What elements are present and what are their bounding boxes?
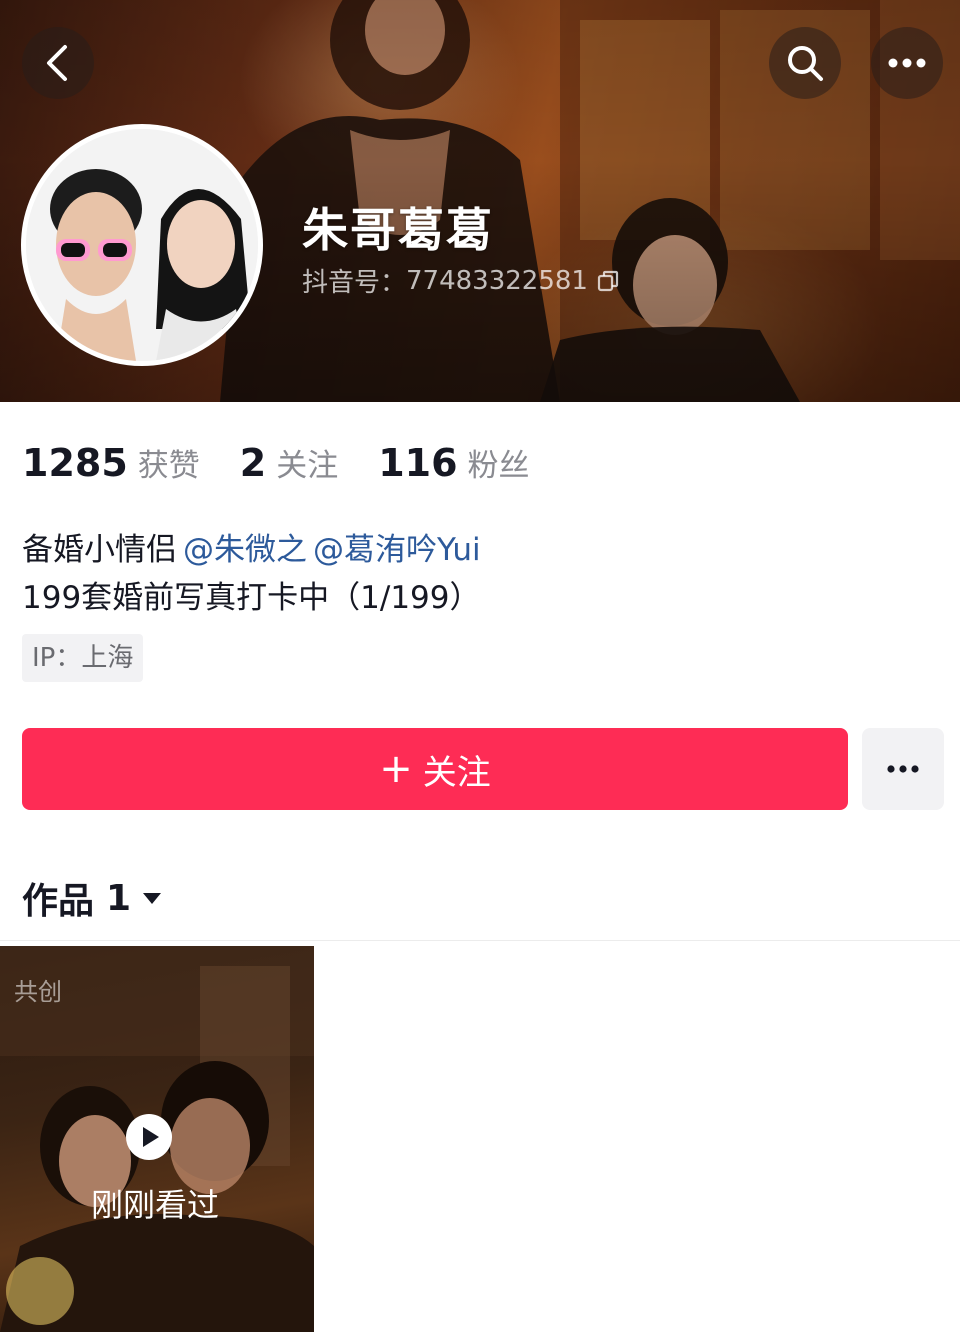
- more-button[interactable]: [871, 27, 943, 99]
- stat-likes-value: 1285: [22, 441, 128, 485]
- more-icon: [888, 58, 926, 68]
- tab-divider: [0, 940, 960, 941]
- stat-following[interactable]: 2 关注: [240, 440, 338, 485]
- tab-works[interactable]: 作品 1: [22, 872, 163, 924]
- avatar-image: [26, 129, 258, 361]
- stat-following-value: 2: [239, 441, 267, 485]
- profile-bio: 备婚小情侣 @朱微之 @葛洧吟Yui 199套婚前写真打卡中（1/199）: [22, 526, 481, 622]
- stat-followers-value: 116: [378, 441, 458, 485]
- stat-likes[interactable]: 1285 获赞: [22, 440, 200, 485]
- stat-followers[interactable]: 116 粉丝: [378, 440, 529, 485]
- follow-button[interactable]: + 关注: [22, 728, 848, 810]
- stat-following-label: 关注: [276, 448, 339, 484]
- douyin-id-value: 77483322581: [406, 265, 588, 296]
- stat-followers-label: 粉丝: [467, 448, 530, 484]
- profile-stats: 1285 获赞 2 关注 116 粉丝: [22, 440, 570, 485]
- recently-viewed-label: 刚刚看过: [90, 1186, 219, 1224]
- works-count: 1: [106, 877, 132, 919]
- bio-line-1: 备婚小情侣 @朱微之 @葛洧吟Yui: [22, 526, 481, 574]
- profile-nickname: 朱哥葛葛: [302, 203, 494, 257]
- works-tab-label: 作品: [22, 881, 95, 922]
- douyin-id-label: 抖音号：: [302, 268, 407, 298]
- bio-text: 备婚小情侣: [22, 532, 177, 568]
- stat-likes-label: 获赞: [137, 448, 200, 484]
- ip-location-tag: IP：上海: [22, 634, 144, 682]
- avatar[interactable]: [21, 124, 263, 366]
- back-button[interactable]: [22, 27, 94, 99]
- bio-line-2: 199套婚前写真打卡中（1/199）: [22, 580, 481, 616]
- copy-icon[interactable]: [596, 269, 620, 293]
- bio-mention-1[interactable]: @朱微之: [183, 532, 307, 568]
- follow-button-label: 关注: [422, 752, 491, 793]
- play-icon: [125, 1113, 173, 1165]
- douyin-id-row[interactable]: 抖音号： 77483322581: [302, 262, 620, 299]
- search-button[interactable]: [769, 27, 841, 99]
- search-icon: [788, 46, 823, 81]
- collab-badge: 共创: [14, 978, 62, 1006]
- plus-icon: +: [379, 746, 413, 792]
- more-icon: [887, 765, 919, 773]
- caret-down-icon: [141, 890, 163, 906]
- back-icon: [47, 45, 67, 81]
- bio-mention-2[interactable]: @葛洧吟Yui: [313, 532, 481, 568]
- follow-more-button[interactable]: [862, 728, 944, 810]
